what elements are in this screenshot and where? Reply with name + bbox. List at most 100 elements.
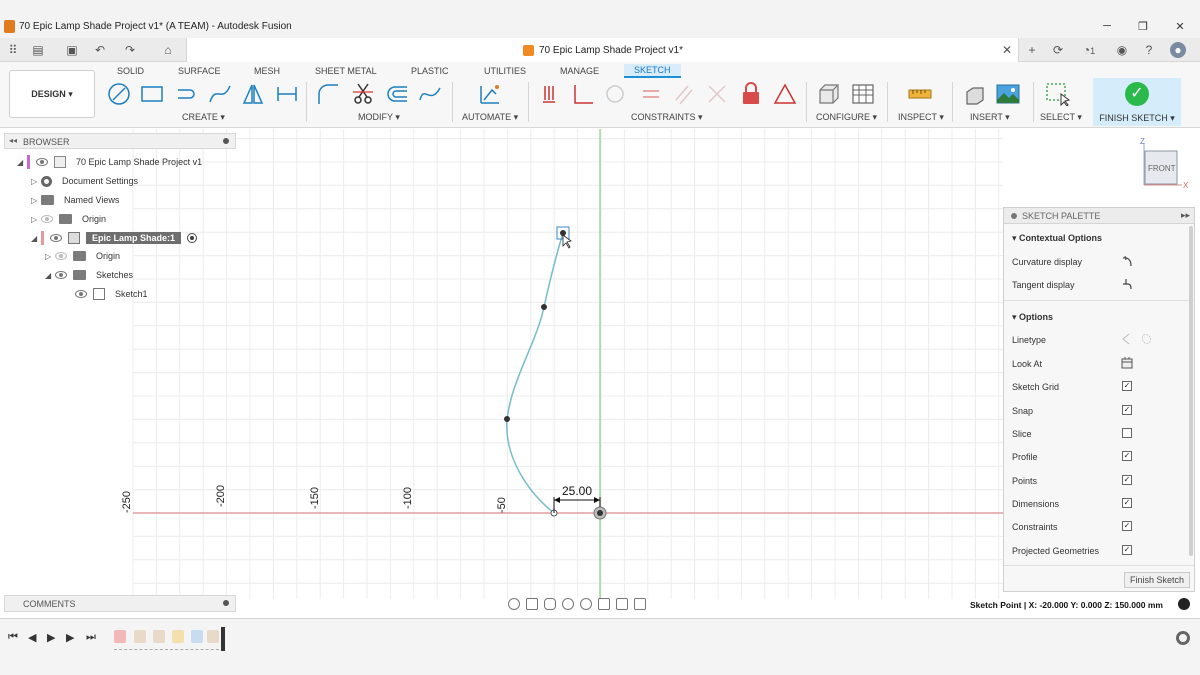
tab-plastic[interactable]: PLASTIC — [411, 66, 449, 76]
select-group-label[interactable]: SELECT ▾ — [1040, 112, 1082, 123]
browser-item-origin[interactable]: ▷ Origin — [45, 248, 120, 264]
tab-mesh[interactable]: MESH — [254, 66, 280, 76]
finish-sketch-palette-button[interactable]: Finish Sketch — [1124, 572, 1190, 588]
browser-item-named-views[interactable]: ▷ Named Views — [31, 192, 119, 208]
snap-checkbox[interactable]: ✓ — [1122, 405, 1132, 415]
configure-group-label[interactable]: CONFIGURE ▾ — [816, 112, 877, 123]
tab-surface[interactable]: SURFACE — [178, 66, 221, 76]
timeline-feature-icon[interactable] — [207, 630, 219, 643]
timeline-play-button[interactable]: ▶ — [47, 631, 55, 644]
points-checkbox[interactable]: ✓ — [1122, 475, 1132, 485]
trim-scissors-icon[interactable] — [351, 82, 375, 106]
measure-ruler-icon[interactable] — [908, 82, 932, 106]
maximize-button[interactable]: ❐ — [1133, 20, 1153, 33]
look-at-icon[interactable] — [526, 598, 538, 610]
insert-image-icon[interactable] — [996, 82, 1020, 106]
timeline-next-button[interactable]: ▶ — [66, 631, 74, 644]
browser-item-origin[interactable]: ▷ Origin — [31, 211, 106, 227]
orbit-icon[interactable] — [508, 598, 520, 610]
fit-icon[interactable] — [580, 598, 592, 610]
modify-group-label[interactable]: MODIFY ▾ — [358, 112, 400, 123]
inspect-group-label[interactable]: INSPECT ▾ — [898, 112, 944, 123]
linetype-icon[interactable] — [1121, 333, 1153, 345]
tab-utilities[interactable]: UTILITIES — [484, 66, 526, 76]
undo-icon[interactable]: ↶ — [92, 42, 108, 58]
browser-item-component[interactable]: ◢ Epic Lamp Shade:1 — [31, 230, 198, 246]
mirror-tool-icon[interactable] — [241, 82, 265, 106]
tab-sketch[interactable]: SKETCH — [624, 64, 681, 78]
sketch-grid-checkbox[interactable]: ✓ — [1122, 381, 1132, 391]
home-icon[interactable]: ⌂ — [160, 42, 176, 58]
tangent-display-icon[interactable] — [1121, 278, 1133, 290]
contextual-options-section[interactable]: ▾ Contextual Options — [1012, 233, 1102, 244]
timeline-first-button[interactable]: ⏮ — [8, 631, 18, 644]
display-settings-icon[interactable] — [598, 598, 610, 610]
redo-icon[interactable]: ↷ — [122, 42, 138, 58]
collapse-triangle-icon[interactable]: ◢ — [17, 158, 27, 167]
sketch-palette-header[interactable]: SKETCH PALETTE ▸▸ — [1004, 208, 1194, 224]
extensions-icon[interactable]: ⟳ — [1050, 42, 1066, 58]
symmetry-constraint-icon[interactable] — [705, 82, 729, 106]
pan-hand-icon[interactable] — [544, 598, 556, 610]
select-window-icon[interactable] — [1046, 82, 1070, 106]
new-tab-icon[interactable]: + — [1024, 42, 1040, 58]
tab-manage[interactable]: MANAGE — [560, 66, 599, 76]
collapse-triangle-icon[interactable]: ◢ — [31, 234, 41, 243]
grid-menu-icon[interactable]: ⠿ — [5, 42, 21, 58]
hidden-eye-icon[interactable] — [55, 252, 67, 260]
curvature-display-icon[interactable] — [1121, 255, 1133, 267]
parallel-constraint-icon[interactable] — [672, 82, 696, 106]
job-status-icon[interactable]: ◔1 — [1075, 42, 1103, 58]
browser-item-document-settings[interactable]: ▷ Document Settings — [31, 173, 138, 189]
palette-pin-icon[interactable] — [1011, 213, 1017, 219]
document-tab-close-icon[interactable]: ✕ — [1002, 43, 1012, 57]
user-avatar-icon[interactable]: ● — [1170, 42, 1186, 58]
panel-pin-icon[interactable] — [223, 138, 229, 144]
visibility-eye-icon[interactable] — [55, 271, 67, 279]
constraints-group-label[interactable]: CONSTRAINTS ▾ — [631, 112, 703, 123]
expand-triangle-icon[interactable]: ▷ — [31, 215, 41, 224]
slice-checkbox[interactable] — [1122, 428, 1132, 438]
configure-table-icon[interactable] — [851, 82, 875, 106]
timeline-feature-icon[interactable] — [172, 630, 184, 643]
save-icon[interactable]: ▣ — [64, 42, 80, 58]
expand-triangle-icon[interactable]: ▷ — [31, 196, 41, 205]
timeline-last-button[interactable]: ⏭ — [86, 631, 96, 644]
rectangle-tool-icon[interactable] — [140, 82, 164, 106]
configure-box-icon[interactable] — [817, 82, 841, 106]
equal-constraint-icon[interactable] — [639, 82, 663, 106]
tab-solid[interactable]: SOLID — [117, 66, 144, 76]
slot-tool-icon[interactable] — [174, 82, 198, 106]
coincident-constraint-icon[interactable] — [540, 82, 564, 106]
timeline-feature-icon[interactable] — [153, 630, 165, 643]
grid-settings-icon[interactable] — [616, 598, 628, 610]
timeline-feature-icon[interactable] — [134, 630, 146, 643]
browser-item-sketches[interactable]: ◢ Sketches — [45, 267, 133, 283]
browser-root-row[interactable]: ◢ 70 Epic Lamp Shade Project v1 — [17, 154, 202, 170]
timeline-marker[interactable] — [221, 627, 225, 651]
viewports-icon[interactable] — [634, 598, 646, 610]
perpendicular-constraint-icon[interactable] — [571, 82, 595, 106]
file-icon[interactable]: ▤ — [30, 42, 46, 58]
offset-tool-icon[interactable] — [385, 82, 409, 106]
timeline-settings-gear-icon[interactable] — [1176, 631, 1190, 645]
fillet-tool-icon[interactable] — [316, 82, 340, 106]
close-button[interactable]: ✕ — [1170, 20, 1190, 33]
browser-item-sketch1[interactable]: Sketch1 — [75, 286, 148, 302]
collapse-triangle-icon[interactable]: ◢ — [45, 271, 55, 280]
options-section[interactable]: ▾ Options — [1012, 312, 1053, 323]
minimize-button[interactable]: ─ — [1097, 20, 1117, 32]
panel-pin-icon[interactable] — [223, 600, 229, 606]
help-icon[interactable]: ? — [1141, 42, 1157, 58]
visibility-eye-icon[interactable] — [50, 234, 62, 242]
expand-triangle-icon[interactable]: ▷ — [31, 177, 41, 186]
palette-scrollbar[interactable] — [1189, 226, 1193, 556]
zoom-icon[interactable] — [562, 598, 574, 610]
spline-fit-point[interactable] — [504, 416, 510, 422]
fix-lock-icon[interactable] — [739, 82, 763, 106]
visibility-eye-icon[interactable] — [75, 290, 87, 298]
dimension-tool-icon[interactable] — [275, 82, 299, 106]
status-marker-icon[interactable] — [1178, 598, 1190, 610]
spline-tool-icon[interactable] — [208, 82, 232, 106]
automate-dimension-icon[interactable] — [478, 82, 502, 106]
